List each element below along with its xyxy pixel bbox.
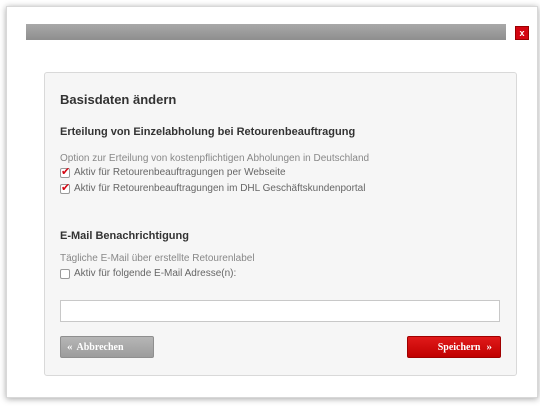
save-button-label: Speichern [437,341,481,353]
checkbox-geschaeftskundenportal[interactable] [60,181,70,194]
email-section-description: Tägliche E-Mail über erstellte Retourenl… [60,253,255,264]
close-button[interactable]: x [515,26,529,40]
option-email[interactable]: Aktiv für folgende E-Mail Adresse(n): [60,268,236,279]
checkbox-email[interactable] [60,268,70,279]
cancel-button-label: Abbrechen [76,341,124,353]
checkbox-webseite[interactable] [60,165,70,178]
chevron-left-icon: « [67,341,73,353]
option-email-label: Aktiv für folgende E-Mail Adresse(n): [74,268,237,279]
pickup-section-heading: Erteilung von Einzelabholung bei Retoure… [60,126,356,138]
close-icon: x [519,28,525,38]
dialog-title-bar [26,24,506,40]
pickup-section-description: Option zur Erteilung von kostenpflichtig… [60,153,370,164]
form-panel [44,72,517,376]
cancel-button[interactable]: « Abbrechen [60,336,154,358]
form-title: Basisdaten ändern [60,92,177,107]
chevron-right-icon: » [486,341,493,353]
save-button[interactable]: Speichern » [407,336,501,358]
email-address-input[interactable] [60,300,500,322]
option-webseite[interactable]: Aktiv für Retourenbeauftragungen per Web… [60,165,286,178]
option-geschaeftskundenportal[interactable]: Aktiv für Retourenbeauftragungen im DHL … [60,181,366,194]
email-section-heading: E-Mail Benachrichtigung [60,230,189,242]
option-webseite-label: Aktiv für Retourenbeauftragungen per Web… [74,167,286,178]
option-geschaeftskundenportal-label: Aktiv für Retourenbeauftragungen im DHL … [74,183,366,194]
